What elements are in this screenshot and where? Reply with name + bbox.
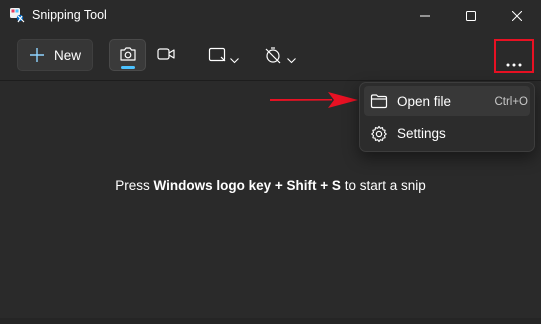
chevron-down-icon <box>230 51 239 69</box>
snipping-tool-app-icon <box>9 7 25 23</box>
snip-delay-dropdown[interactable] <box>262 39 304 71</box>
new-button-label: New <box>54 48 82 63</box>
menu-item-shortcut: Ctrl+O <box>494 96 528 108</box>
video-camera-icon <box>157 47 175 66</box>
folder-icon <box>370 93 388 114</box>
camera-icon <box>119 46 137 67</box>
toolbar: New <box>0 32 541 81</box>
selected-mode-indicator <box>121 66 135 69</box>
bottom-edge <box>0 318 541 324</box>
more-options-icon <box>506 54 522 72</box>
hint-suffix: to start a snip <box>340 178 426 193</box>
capture-mode-toggle <box>109 39 185 71</box>
gear-icon <box>370 125 388 148</box>
menu-item-label: Open file <box>397 94 452 109</box>
rectangle-snip-icon <box>208 47 226 68</box>
maximize-button[interactable] <box>448 0 494 32</box>
red-arrow-annotation <box>270 91 360 114</box>
chevron-down-icon <box>287 51 296 69</box>
close-icon <box>512 11 522 21</box>
menu-item-settings[interactable]: Settings <box>364 118 530 148</box>
see-more-button[interactable] <box>494 39 534 73</box>
hint-prefix: Press <box>115 178 154 193</box>
window-title: Snipping Tool <box>32 8 107 22</box>
snipping-tool-window: Snipping Tool New Press Windows logo key… <box>0 0 541 324</box>
hint-shortcut: Windows logo key + Shift + S <box>153 178 341 193</box>
minimize-button[interactable] <box>402 0 448 32</box>
plus-icon <box>30 48 44 67</box>
new-snip-button[interactable]: New <box>17 39 93 71</box>
timer-off-icon <box>264 46 282 69</box>
minimize-icon <box>420 15 430 17</box>
close-button[interactable] <box>494 0 540 32</box>
maximize-icon <box>466 11 476 21</box>
snip-shape-dropdown[interactable] <box>204 39 246 71</box>
record-mode-button[interactable] <box>148 39 185 71</box>
menu-item-label: Settings <box>397 126 446 141</box>
menu-item-open-file[interactable]: Open file Ctrl+O <box>364 86 530 116</box>
see-more-menu: Open file Ctrl+O Settings <box>359 82 535 152</box>
start-snip-hint: Press Windows logo key + Shift + S to st… <box>0 178 541 193</box>
title-bar: Snipping Tool <box>0 0 541 32</box>
snip-mode-button[interactable] <box>109 39 146 71</box>
